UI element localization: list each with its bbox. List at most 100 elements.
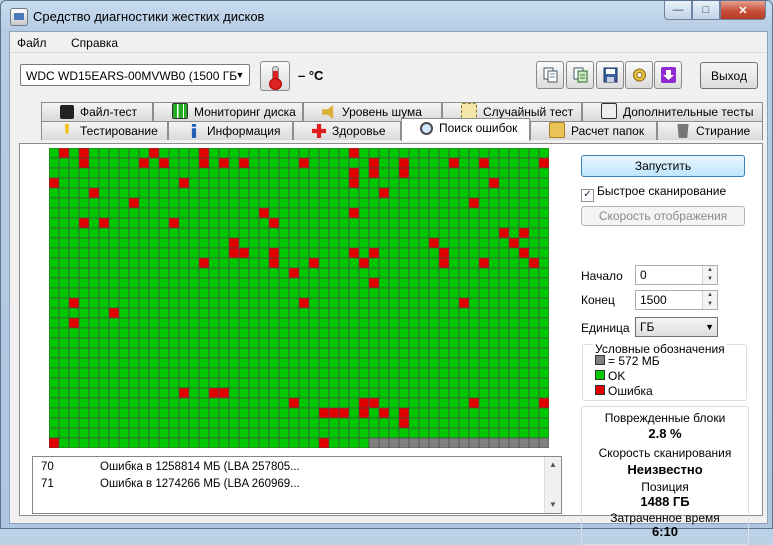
block-ok — [248, 257, 260, 269]
block-ok — [148, 417, 160, 429]
block-ok — [148, 207, 160, 219]
download-button[interactable] — [654, 61, 682, 89]
dice-icon — [461, 103, 477, 119]
block-ok — [438, 377, 450, 389]
block-ok — [288, 347, 300, 359]
start-input[interactable]: 0 ▲ ▼ — [635, 265, 718, 285]
save-button[interactable] — [596, 61, 624, 89]
temperature-button[interactable] — [260, 61, 290, 91]
block-ok — [438, 287, 450, 299]
block-ok — [398, 317, 410, 329]
spin-arrows-icon[interactable]: ▲ ▼ — [702, 266, 717, 284]
block-ok — [308, 317, 320, 329]
block-ok — [88, 167, 100, 179]
block-ok — [218, 287, 230, 299]
block-ok — [68, 427, 80, 439]
block-ok — [88, 227, 100, 239]
block-ok — [418, 267, 430, 279]
scan-speed-value: Неизвестно — [627, 462, 703, 477]
block-ok — [298, 217, 310, 229]
block-ok — [308, 157, 320, 169]
block-ok — [328, 317, 340, 329]
block-ok — [368, 207, 380, 219]
block-ok — [318, 317, 330, 329]
block-ok — [378, 417, 390, 429]
block-ok — [228, 227, 240, 239]
tab-information[interactable]: Информация — [168, 121, 293, 140]
block-ok — [178, 167, 190, 179]
block-ok — [368, 227, 380, 239]
tab-health[interactable]: Здоровье — [293, 121, 401, 140]
damaged-blocks-label: Поврежденные блоки — [604, 411, 726, 425]
block-ok — [288, 257, 300, 269]
block-ok — [148, 337, 160, 349]
close-button[interactable]: ✕ — [720, 1, 766, 20]
block-ok — [158, 167, 170, 179]
block-ok — [138, 417, 150, 429]
error-log[interactable]: 70 Ошибка в 1258814 МБ (LBA 257805... 71… — [32, 456, 562, 514]
block-ok — [108, 257, 120, 269]
block-ok — [398, 257, 410, 269]
block-ok — [478, 287, 490, 299]
block-ok — [468, 317, 480, 329]
drive-select[interactable]: WDC WD15EARS-00MVWB0 (1500 ГБ ▼ — [20, 64, 250, 86]
block-ok — [508, 367, 520, 379]
settings-button[interactable] — [625, 61, 653, 89]
end-input[interactable]: 1500 ▲ ▼ — [635, 290, 718, 310]
block-ok — [278, 247, 290, 259]
menu-help[interactable]: Справка — [71, 36, 118, 50]
block-ok — [328, 337, 340, 349]
block-ok — [49, 257, 60, 269]
tab-additional-tests[interactable]: Дополнительные тесты — [582, 102, 763, 121]
menu-file[interactable]: Файл — [17, 36, 47, 50]
app-window: Средство диагностики жестких дисков — □ … — [0, 0, 773, 545]
block-ok — [268, 297, 280, 309]
scroll-up-icon[interactable]: ▲ — [545, 457, 561, 473]
minimize-button[interactable]: — — [664, 1, 692, 20]
block-ok — [348, 287, 360, 299]
block-ok — [208, 297, 220, 309]
block-ok — [358, 287, 370, 299]
tab-testing[interactable]: Тестирование — [41, 121, 168, 140]
tab-erase[interactable]: Стирание — [657, 121, 763, 140]
block-pending — [518, 437, 530, 448]
tab-disk-monitoring[interactable]: Мониторинг диска — [153, 102, 303, 121]
block-ok — [98, 437, 110, 448]
copy-report-button[interactable] — [566, 61, 594, 89]
tab-file-test[interactable]: Файл-тест — [41, 102, 153, 121]
block-ok — [248, 157, 260, 169]
block-ok — [138, 317, 150, 329]
block-ok — [398, 207, 410, 219]
block-ok — [338, 187, 350, 199]
block-ok — [108, 407, 120, 419]
block-ok — [98, 177, 110, 189]
block-ok — [278, 157, 290, 169]
log-scrollbar[interactable]: ▲ ▼ — [544, 457, 561, 513]
block-ok — [328, 377, 340, 389]
unit-label: Единица — [581, 321, 630, 335]
tab-error-scan[interactable]: Поиск ошибок — [401, 118, 530, 141]
exit-button[interactable]: Выход — [700, 62, 758, 89]
block-ok — [358, 367, 370, 379]
run-button[interactable]: Запустить — [581, 155, 745, 177]
block-ok — [338, 197, 350, 209]
block-error — [138, 157, 150, 169]
block-ok — [508, 287, 520, 299]
block-ok — [188, 327, 200, 339]
scroll-down-icon[interactable]: ▼ — [545, 497, 561, 513]
block-ok — [438, 427, 450, 439]
block-ok — [188, 237, 200, 249]
block-ok — [68, 337, 80, 349]
fast-scan-checkbox[interactable]: ✓ Быстрое сканирование — [581, 184, 726, 202]
unit-select[interactable]: ГБ ▼ — [635, 317, 718, 337]
tab-folder-calc[interactable]: Расчет папок — [530, 121, 657, 140]
block-error — [368, 397, 380, 409]
block-ok — [418, 277, 430, 289]
spin-arrows-icon[interactable]: ▲ ▼ — [702, 291, 717, 309]
block-ok — [208, 237, 220, 249]
display-speed-button[interactable]: Скорость отображения — [581, 206, 745, 226]
block-ok — [488, 287, 500, 299]
maximize-button[interactable]: □ — [692, 1, 720, 20]
title-bar[interactable]: Средство диагностики жестких дисков — □ … — [1, 1, 772, 31]
copy-button[interactable] — [536, 61, 564, 89]
